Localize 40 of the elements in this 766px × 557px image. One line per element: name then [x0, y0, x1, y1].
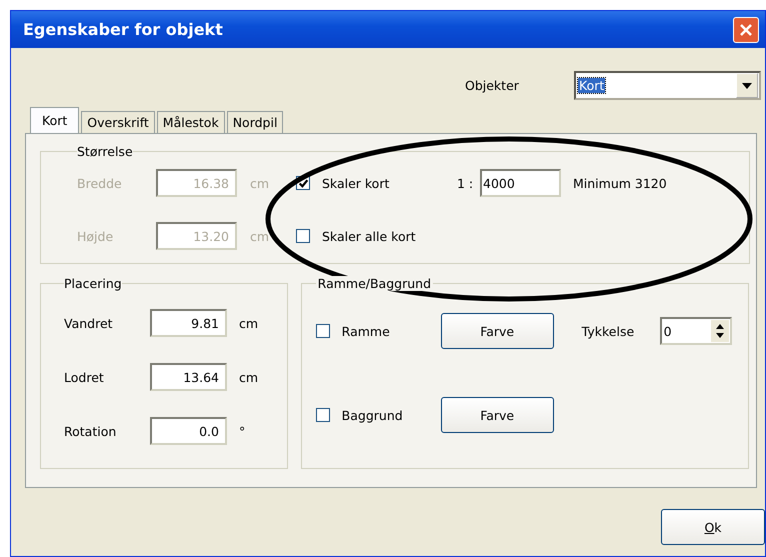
thickness-label: Tykkelse: [582, 324, 636, 338]
group-title: Placering: [64, 276, 122, 291]
checkbox-label: Baggrund: [342, 408, 404, 422]
unit-label: cm: [250, 228, 270, 244]
scale-field[interactable]: 4000: [480, 169, 561, 197]
input-field[interactable]: 0.0: [150, 417, 227, 445]
tab[interactable]: Overskrift: [81, 111, 155, 133]
close-button[interactable]: [733, 16, 759, 42]
unit-label: cm: [239, 316, 258, 330]
thickness-spinner[interactable]: 0: [660, 317, 732, 345]
checkbox[interactable]: [296, 229, 310, 243]
field-label: Højde: [77, 228, 114, 244]
checkbox[interactable]: [316, 324, 330, 338]
field-label: Vandret: [64, 316, 114, 330]
field-label: Bredde: [77, 176, 123, 190]
spin-arrows-icon[interactable]: [710, 320, 729, 342]
unit-label: °: [239, 424, 246, 438]
input-field[interactable]: 9.81: [150, 309, 227, 337]
color-button[interactable]: Farve: [440, 397, 554, 433]
group-title: Størrelse: [77, 144, 133, 159]
scale-prefix: 1 :: [457, 176, 474, 190]
checkbox-label: Skaler kort: [322, 176, 390, 190]
ok-button[interactable]: Ok: [661, 509, 765, 545]
unit-label: cm: [239, 370, 258, 384]
field-label: Lodret: [64, 370, 105, 384]
color-button[interactable]: Farve: [440, 313, 554, 349]
input-field[interactable]: 13.64: [150, 363, 227, 391]
tab[interactable]: Nordpil: [226, 111, 284, 133]
tab[interactable]: Kort: [30, 107, 80, 133]
checkbox[interactable]: [316, 408, 330, 422]
checkbox-label: Skaler alle kort: [322, 228, 416, 244]
tab[interactable]: Målestok: [156, 111, 225, 133]
unit-label: cm: [250, 176, 270, 190]
objects-dropdown[interactable]: Kort: [574, 71, 761, 100]
minimum-note: Minimum 3120: [573, 176, 667, 190]
close-icon: [738, 22, 754, 38]
field-label: Rotation: [64, 424, 118, 438]
window-title: Egenskaber for objekt: [23, 20, 223, 39]
checkbox-label: Ramme: [342, 324, 391, 338]
objects-label: Objekter: [465, 78, 520, 93]
